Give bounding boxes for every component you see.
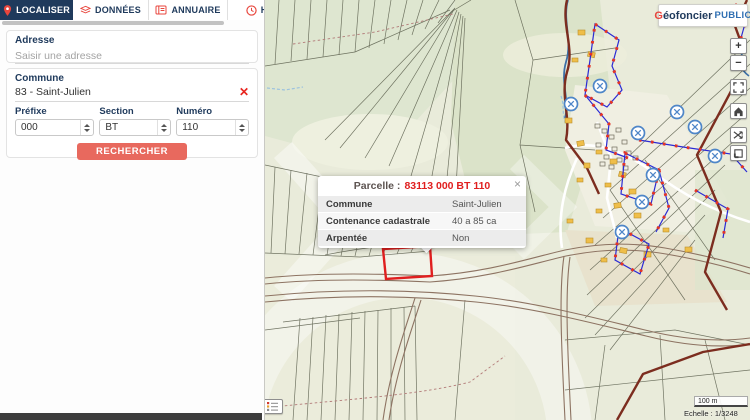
- swap-layers-button[interactable]: [730, 127, 747, 143]
- commune-value: 83 - Saint-Julien: [15, 86, 239, 98]
- row-value: Non: [452, 233, 518, 244]
- scale-bar: 100 m: [694, 396, 748, 407]
- parcel-popup: Parcelle : 83113 000 BT 110 × Commune Sa…: [318, 176, 526, 248]
- adresse-label: Adresse: [15, 35, 249, 46]
- tab-bar: LOCALISER DONNÉES ANNUAIRE HI: [0, 0, 264, 20]
- clear-commune-icon[interactable]: ✕: [239, 87, 249, 97]
- horizontal-scrollbar[interactable]: [2, 21, 224, 25]
- logo-g: G: [654, 10, 663, 22]
- tab-donnees[interactable]: DONNÉES: [73, 0, 149, 20]
- sidebar-panel: LOCALISER DONNÉES ANNUAIRE HI: [0, 0, 265, 420]
- prefixe-field: Préfixe 000: [15, 106, 94, 136]
- popup-parcel-id: 83113 000 BT 110: [404, 180, 490, 192]
- clock-icon: [246, 5, 257, 16]
- popup-title: Parcelle : 83113 000 BT 110 ×: [318, 176, 526, 195]
- commune-label: Commune: [15, 73, 249, 84]
- fullscreen-icon: [733, 82, 744, 93]
- tab-annuaire[interactable]: ANNUAIRE: [149, 0, 228, 20]
- section-field: Section BT: [99, 106, 171, 136]
- swap-icon: [733, 130, 744, 141]
- home-icon: [733, 106, 744, 117]
- numero-field: Numéro 110: [176, 106, 249, 136]
- row-label: Arpentée: [326, 233, 452, 244]
- section-value: BT: [100, 122, 157, 133]
- popup-row-arpentee: Arpentée Non: [318, 229, 526, 246]
- row-value: Saint-Julien: [452, 199, 518, 210]
- legend-button[interactable]: [262, 399, 283, 414]
- scale-bar-label: 100 m: [698, 398, 717, 405]
- section-select[interactable]: BT: [99, 119, 171, 136]
- sidebar-footer: CGU: [0, 413, 262, 420]
- fullscreen-button[interactable]: [730, 79, 747, 95]
- stepper-icon[interactable]: [80, 120, 93, 135]
- directory-icon: [155, 5, 167, 15]
- home-button[interactable]: [730, 103, 747, 119]
- zoom-in-button[interactable]: +: [730, 38, 747, 54]
- extent-button[interactable]: [730, 145, 747, 161]
- pin-icon: [3, 5, 12, 16]
- prefixe-label: Préfixe: [15, 106, 94, 117]
- extent-icon: [733, 148, 744, 159]
- zoom-out-button[interactable]: −: [730, 55, 747, 71]
- popup-row-contenance: Contenance cadastrale 40 a 85 ca: [318, 212, 526, 229]
- row-label: Contenance cadastrale: [326, 216, 452, 227]
- tab-localiser[interactable]: LOCALISER: [0, 0, 73, 20]
- popup-row-commune: Commune Saint-Julien: [318, 195, 526, 212]
- commune-value-row: 83 - Saint-Julien ✕: [15, 84, 249, 102]
- section-label: Section: [99, 106, 171, 117]
- legend-list-icon: [266, 401, 279, 412]
- logo-text: éofoncier: [663, 10, 713, 22]
- prefixe-value: 000: [16, 122, 80, 133]
- logo-suffix: PUBLIC: [714, 10, 750, 21]
- scale-text: Echelle : 1/3248: [684, 409, 738, 418]
- popup-title-prefix: Parcelle :: [354, 180, 401, 192]
- rechercher-button[interactable]: RECHERCHER: [77, 143, 187, 160]
- numero-select[interactable]: 110: [176, 119, 249, 136]
- stepper-icon[interactable]: [235, 120, 248, 135]
- row-label: Commune: [326, 199, 452, 210]
- row-value: 40 a 85 ca: [452, 216, 518, 227]
- adresse-input[interactable]: [15, 49, 249, 64]
- parcel-fields-row: Préfixe 000 Section BT Numéro 110: [15, 106, 249, 136]
- tab-label: ANNUAIRE: [171, 5, 220, 15]
- close-icon[interactable]: ×: [514, 177, 521, 191]
- prefixe-select[interactable]: 000: [15, 119, 94, 136]
- geofoncier-logo: GéofoncierPUBLIC: [658, 4, 748, 27]
- tab-historique[interactable]: HI: [228, 0, 265, 20]
- commune-card: Commune 83 - Saint-Julien ✕ Préfixe 000 …: [6, 68, 258, 158]
- tab-label: LOCALISER: [16, 5, 70, 15]
- adresse-card: Adresse: [6, 30, 258, 63]
- numero-value: 110: [177, 122, 235, 133]
- tab-label: DONNÉES: [95, 5, 141, 15]
- layers-icon: [80, 5, 91, 15]
- numero-label: Numéro: [176, 106, 249, 117]
- tab-label: HI: [261, 5, 265, 15]
- stepper-icon[interactable]: [157, 120, 170, 135]
